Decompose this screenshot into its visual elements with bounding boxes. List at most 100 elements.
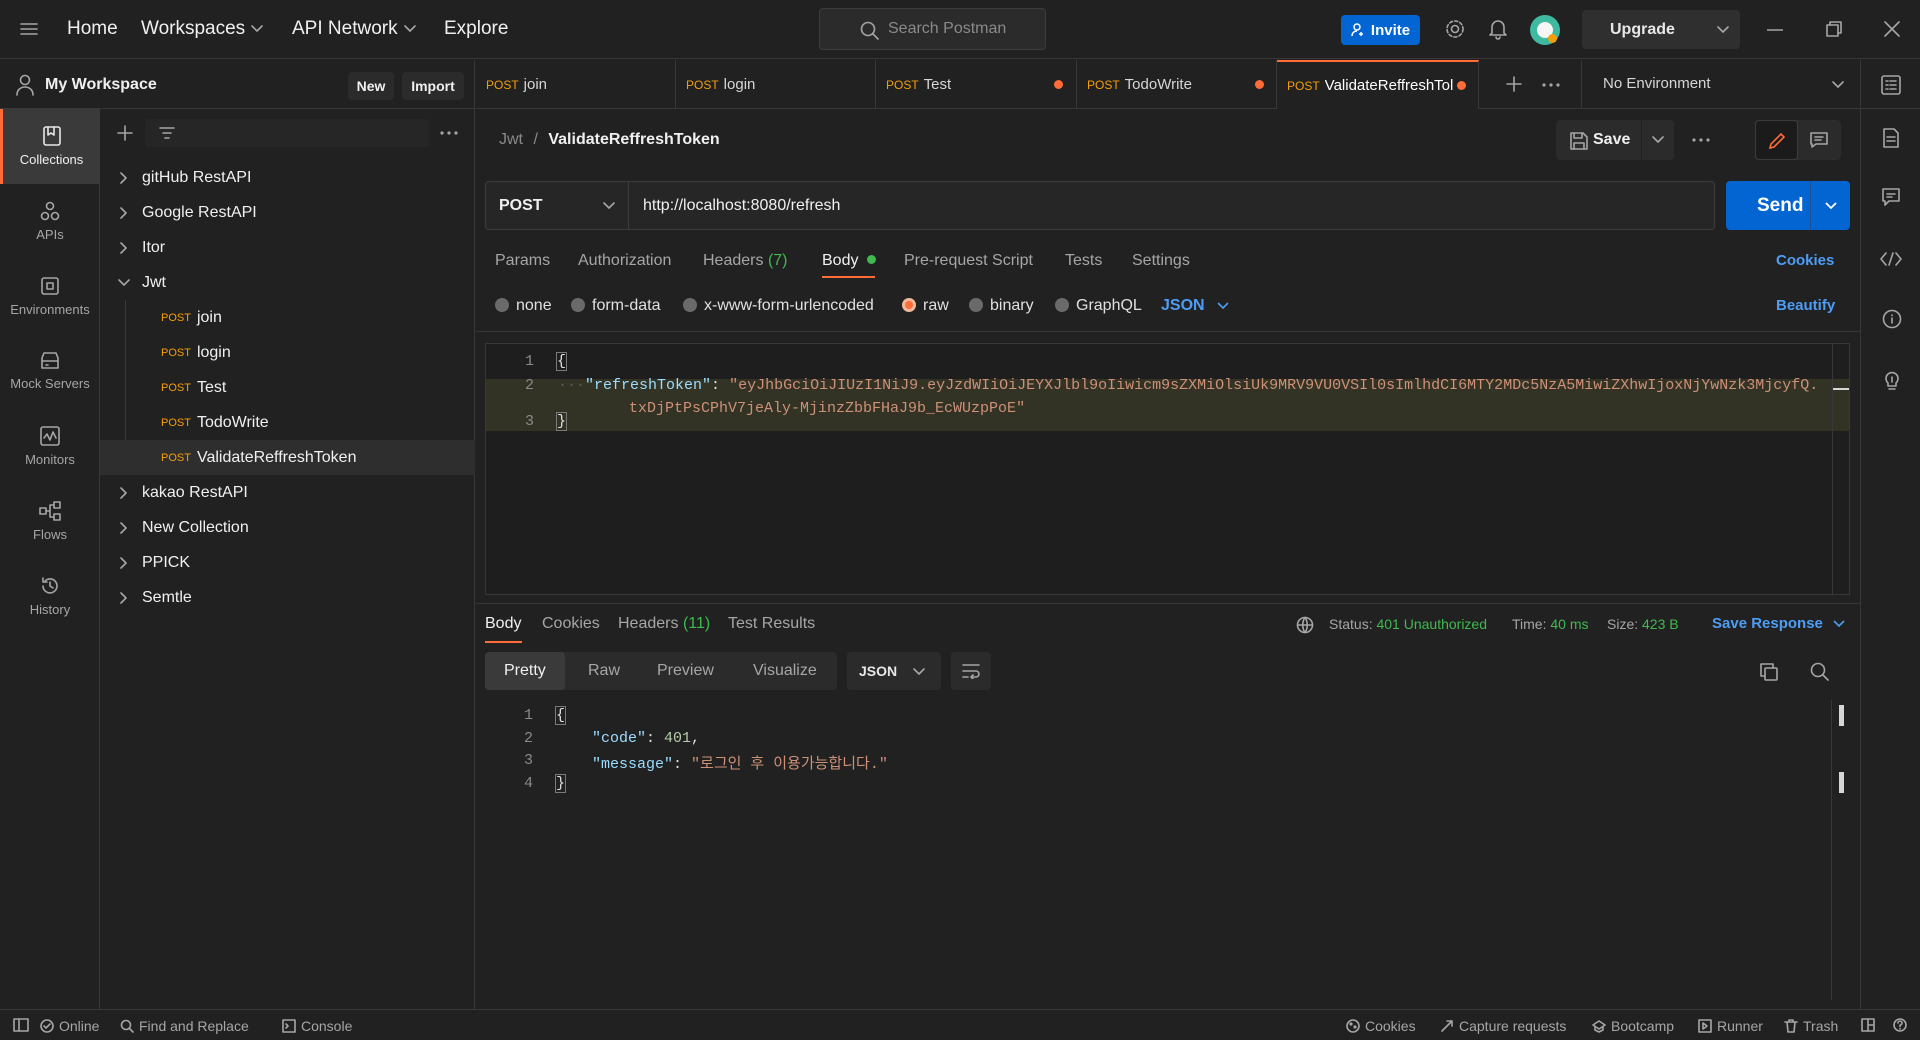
tab-join[interactable]: POST join — [476, 60, 676, 109]
body-type-binary[interactable]: binary — [969, 297, 1034, 315]
request-login[interactable]: POST login — [100, 335, 475, 370]
response-tab-cookies[interactable]: Cookies — [542, 615, 600, 633]
collection-ppick[interactable]: PPICK — [100, 545, 475, 580]
trash[interactable]: Trash — [1784, 1018, 1838, 1034]
search-icon[interactable] — [1810, 662, 1830, 682]
cookies-status[interactable]: Cookies — [1346, 1018, 1416, 1034]
search-input[interactable]: Search Postman — [819, 8, 1046, 50]
settings-gear-icon[interactable] — [1444, 18, 1466, 40]
collection-jwt[interactable]: Jwt — [100, 265, 475, 300]
add-icon[interactable] — [117, 125, 133, 141]
response-tab-test-results[interactable]: Test Results — [728, 615, 815, 633]
tab-params[interactable]: Params — [495, 252, 550, 270]
copy-icon[interactable] — [1760, 663, 1778, 681]
two-pane-icon[interactable] — [1861, 1018, 1875, 1032]
collection-itor[interactable]: Itor — [100, 230, 475, 265]
rail-environments[interactable]: Environments — [0, 259, 100, 334]
bootcamp[interactable]: Bootcamp — [1592, 1018, 1674, 1034]
response-body[interactable]: 1 2 3 4 { "code": 401, "message": "로그인 후… — [485, 700, 1850, 1000]
invite-button[interactable]: Invite — [1341, 15, 1420, 45]
restore-icon[interactable] — [1826, 21, 1842, 37]
find-and-replace[interactable]: Find and Replace — [120, 1018, 249, 1034]
help-icon[interactable] — [1893, 1018, 1907, 1032]
tab-test[interactable]: POST Test — [876, 60, 1077, 109]
lightbulb-icon[interactable] — [1883, 369, 1901, 391]
upgrade-button[interactable]: Upgrade — [1582, 10, 1740, 49]
tab-pre-request-script[interactable]: Pre-request Script — [904, 252, 1033, 270]
tab-tests[interactable]: Tests — [1065, 252, 1102, 270]
collection-github-restapi[interactable]: gitHub RestAPI — [100, 160, 475, 195]
tab-validatereffreshtoken[interactable]: POST ValidateReffreshTol — [1277, 60, 1479, 109]
request-body-editor[interactable]: 1 2 3 { ···"refreshToken": "eyJhbGciOiJI… — [485, 343, 1850, 595]
view-visualize[interactable]: Visualize — [753, 662, 817, 680]
documentation-icon[interactable] — [1882, 128, 1900, 148]
rail-mock-servers[interactable]: Mock Servers — [0, 334, 100, 409]
environment-selector[interactable]: No Environment — [1581, 60, 1861, 109]
close-icon[interactable] — [1884, 21, 1900, 37]
rail-history[interactable]: History — [0, 559, 100, 634]
nav-explore[interactable]: Explore — [444, 18, 508, 40]
request-test[interactable]: POST Test — [100, 370, 475, 405]
body-type-none[interactable]: none — [495, 297, 552, 315]
collection-semtle[interactable]: Semtle — [100, 580, 475, 615]
filter-input[interactable] — [145, 119, 429, 147]
body-type-raw[interactable]: raw — [902, 297, 949, 315]
online-status[interactable]: Online — [40, 1018, 99, 1034]
request-join[interactable]: POST join — [100, 300, 475, 335]
tab-todowrite[interactable]: POST TodoWrite — [1077, 60, 1277, 109]
runner[interactable]: Runner — [1698, 1018, 1763, 1034]
cookies-link[interactable]: Cookies — [1776, 252, 1834, 269]
view-pretty[interactable]: Pretty — [485, 652, 565, 690]
tab-authorization[interactable]: Authorization — [578, 252, 671, 270]
body-type-form-data[interactable]: form-data — [571, 297, 660, 315]
new-tab-icon[interactable] — [1506, 76, 1522, 92]
save-button[interactable]: Save — [1556, 120, 1674, 160]
edit-mode-button[interactable] — [1755, 120, 1798, 160]
rail-flows[interactable]: Flows — [0, 484, 100, 559]
rail-collections[interactable]: Collections — [0, 109, 100, 184]
request-options-icon[interactable] — [1692, 138, 1710, 142]
request-validatereffreshtoken[interactable]: POST ValidateReffreshToken — [100, 440, 475, 475]
new-button[interactable]: New — [348, 72, 394, 100]
toggle-sidebar-icon[interactable] — [13, 1018, 29, 1032]
response-tab-headers[interactable]: Headers (11) — [618, 615, 710, 633]
bell-icon[interactable] — [1488, 18, 1508, 40]
nav-workspaces[interactable]: Workspaces — [141, 18, 263, 40]
save-response-button[interactable]: Save Response — [1712, 615, 1845, 632]
view-raw[interactable]: Raw — [588, 662, 620, 680]
rail-monitors[interactable]: Monitors — [0, 409, 100, 484]
view-preview[interactable]: Preview — [657, 662, 714, 680]
tab-options-icon[interactable] — [1542, 83, 1560, 87]
capture-requests[interactable]: Capture requests — [1440, 1018, 1566, 1034]
import-button[interactable]: Import — [402, 72, 464, 100]
workspace-name[interactable]: My Workspace — [45, 76, 157, 94]
globe-icon[interactable] — [1296, 616, 1314, 634]
more-options-icon[interactable] — [440, 131, 458, 135]
tab-body[interactable]: Body — [822, 252, 876, 270]
tab-headers[interactable]: Headers (7) — [703, 252, 788, 270]
info-icon[interactable] — [1882, 309, 1902, 329]
comments-icon[interactable] — [1882, 188, 1900, 206]
environment-quick-look-icon[interactable] — [1881, 75, 1901, 95]
tab-settings[interactable]: Settings — [1132, 252, 1190, 270]
collection-google-restapi[interactable]: Google RestAPI — [100, 195, 475, 230]
collection-kakao-restapi[interactable]: kakao RestAPI — [100, 475, 475, 510]
request-name[interactable]: ValidateReffreshToken — [548, 131, 719, 148]
collection-new-collection[interactable]: New Collection — [100, 510, 475, 545]
code-icon[interactable] — [1880, 252, 1902, 266]
request-todowrite[interactable]: POST TodoWrite — [100, 405, 475, 440]
nav-home[interactable]: Home — [67, 18, 118, 40]
breadcrumb-parent[interactable]: Jwt — [499, 131, 523, 148]
url-input[interactable]: http://localhost:8080/refresh — [643, 197, 840, 215]
scrollbar-marker[interactable] — [1839, 772, 1844, 793]
nav-api-network[interactable]: API Network — [292, 18, 416, 40]
body-format-select[interactable]: JSON — [1161, 297, 1229, 315]
method-select[interactable]: POST — [486, 182, 629, 229]
send-button[interactable]: Send — [1726, 181, 1850, 230]
scrollbar-marker[interactable] — [1833, 388, 1849, 390]
response-tab-body[interactable]: Body — [485, 615, 521, 633]
body-type-urlencoded[interactable]: x-www-form-urlencoded — [683, 297, 874, 315]
menu-icon[interactable] — [20, 22, 38, 36]
avatar[interactable] — [1530, 15, 1560, 45]
scrollbar-marker[interactable] — [1839, 705, 1844, 726]
